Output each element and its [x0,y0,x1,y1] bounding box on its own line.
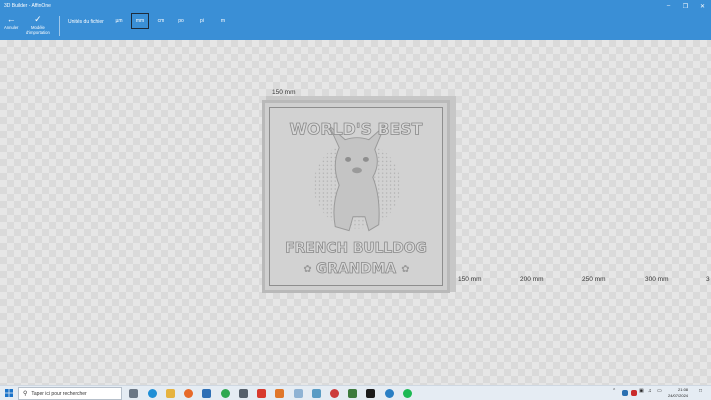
import-model-button[interactable]: ✓ Modèle d'importation [26,14,50,35]
edge-browser-icon[interactable] [148,389,157,398]
model-text-bottom: GRANDMA [316,261,397,277]
volume-icon[interactable]: ♫ [648,388,652,394]
dog-nose [352,167,362,174]
cancel-label: Annuler [4,25,19,30]
unit-centimeter[interactable]: cm [152,13,170,29]
app-icon[interactable] [348,389,357,398]
clock-date: 24/07/2024 [668,393,689,398]
unit-inch[interactable]: po [172,13,190,29]
title-bar: 3D Builder - AffinOne – ❐ ✕ [0,0,711,12]
import-toolbar: ← Annuler ✓ Modèle d'importation Unités … [0,12,711,40]
tray-app-icon[interactable] [631,390,637,396]
app-icon[interactable] [275,389,284,398]
dog-eye-left [345,156,352,162]
import-model-label-line2: d'importation [26,30,50,35]
back-arrow-icon: ← [6,14,16,24]
ruler-label: 150 mm [458,276,482,283]
system-clock[interactable]: 21:08 24/07/2024 [668,387,688,399]
unit-meter[interactable]: m [214,13,232,29]
paw-icon: ✿ [401,264,409,275]
network-icon[interactable]: ▣ [639,388,644,394]
model-plaque: WORLD'S BEST FRENCH BULLDOG GRANDMA ✿ ✿ [269,107,443,286]
firefox-icon[interactable] [184,389,193,398]
maximize-icon[interactable]: ❐ [677,0,694,12]
app-icon[interactable] [330,389,339,398]
search-placeholder: Taper ici pour rechercher [31,390,87,397]
spotify-icon[interactable] [403,389,412,398]
close-icon[interactable]: ✕ [694,0,711,12]
task-view-icon[interactable] [129,389,138,398]
search-icon: ⚲ [23,391,28,397]
taskbar-search-box[interactable]: ⚲ Taper ici pour rechercher [18,387,122,400]
taskbar: ⚲ Taper ici pour rechercher ⌃ ▣ ♫ ▭ 21:0… [0,385,711,400]
model-text-top: WORLD'S BEST [290,120,423,139]
model-text-middle: FRENCH BULLDOG [285,240,427,256]
unit-foot[interactable]: pi [193,13,211,29]
imported-model[interactable]: WORLD'S BEST FRENCH BULLDOG GRANDMA ✿ ✿ [262,100,450,293]
dimension-label: 150 mm [272,89,296,96]
3d-builder-taskbar-icon[interactable] [385,389,394,398]
tray-app-icon[interactable] [622,390,628,396]
file-explorer-icon[interactable] [166,389,175,398]
chrome-icon[interactable] [221,389,230,398]
file-unit-label: Unités du fichier [68,19,104,25]
app-icon[interactable] [239,389,248,398]
checkmark-icon: ✓ [34,14,42,24]
app-icon[interactable] [312,389,321,398]
mail-icon[interactable] [202,389,211,398]
toolbar-separator [59,16,60,36]
windows-start-icon[interactable] [5,389,13,397]
unit-micrometer[interactable]: µm [110,13,128,29]
cancel-button[interactable]: ← Annuler [4,14,18,30]
window-controls: – ❐ ✕ [660,0,711,12]
paw-icon: ✿ [303,264,311,275]
unit-millimeter[interactable]: mm [131,13,149,29]
ruler-label: 250 mm [582,276,606,283]
ruler-label: 200 mm [520,276,544,283]
ruler-label: 3 [706,276,710,283]
notification-icon[interactable]: □ [699,388,702,394]
app-icon[interactable] [294,389,303,398]
dog-eye-right [362,156,369,162]
chevron-up-icon[interactable]: ⌃ [612,388,616,394]
app-icon[interactable] [366,389,375,398]
ruler-label: 300 mm [645,276,669,283]
minimize-icon[interactable]: – [660,0,677,12]
language-icon[interactable]: ▭ [657,388,662,394]
app-icon[interactable] [257,389,266,398]
model-relief: WORLD'S BEST FRENCH BULLDOG GRANDMA ✿ ✿ [285,119,427,277]
window-title: 3D Builder - AffinOne [4,3,51,9]
